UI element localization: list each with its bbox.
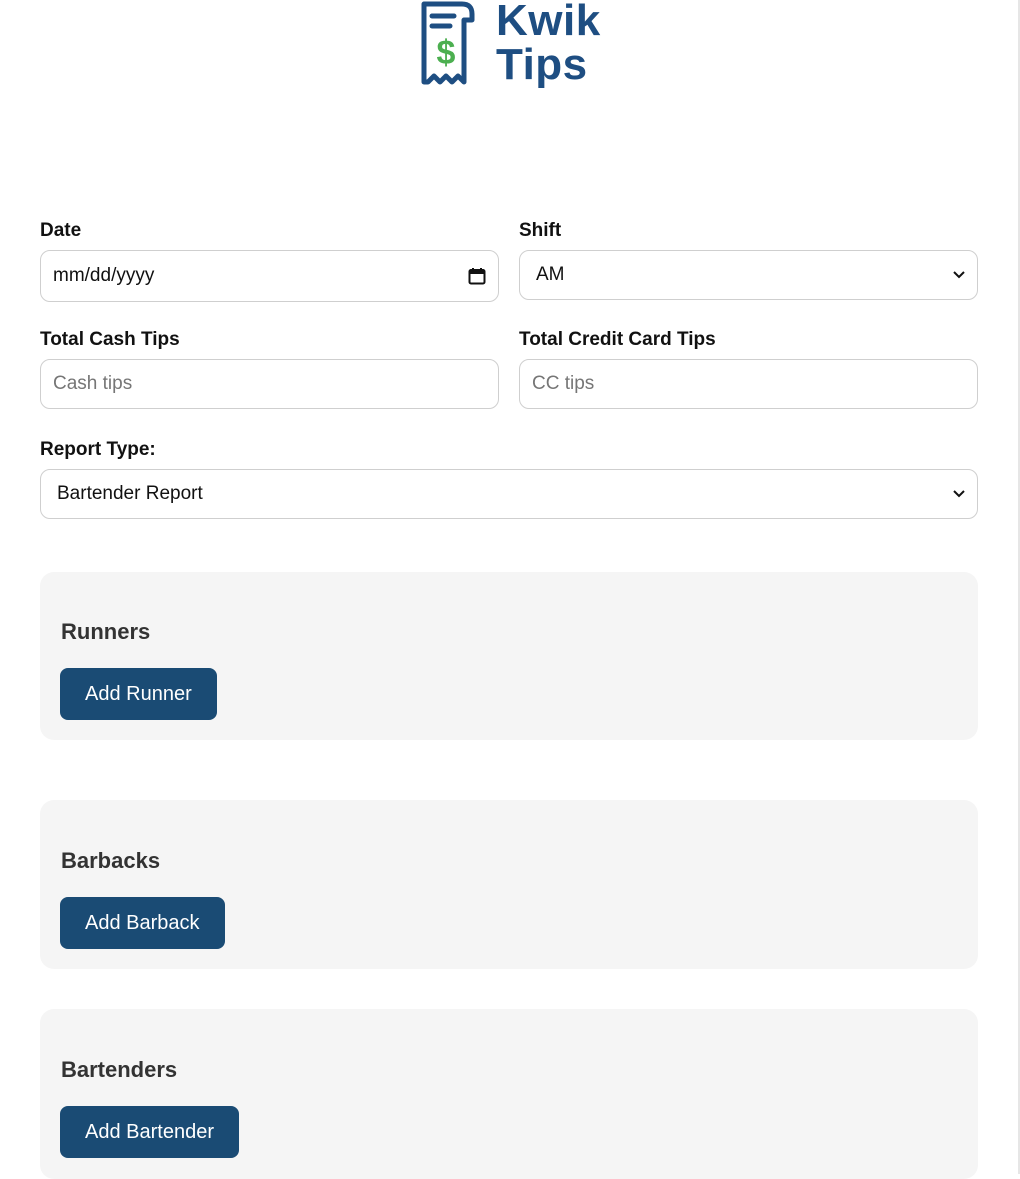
bartenders-section: Bartenders Add Bartender [40, 1009, 978, 1179]
receipt-dollar-icon: $ [421, 1, 475, 85]
chevron-down-icon [953, 490, 965, 498]
barbacks-section: Barbacks Add Barback [40, 800, 978, 969]
bartenders-heading: Bartenders [61, 1057, 178, 1082]
chevron-down-icon [953, 271, 965, 279]
cc-tips-input[interactable]: CC tips [519, 359, 978, 409]
cc-tips-placeholder: CC tips [532, 373, 595, 394]
tip-report-form: Date mm/dd/yyyy Shift AM Total Cash Tips… [40, 218, 978, 519]
shift-label: Shift [519, 220, 562, 241]
cash-tips-placeholder: Cash tips [53, 373, 133, 394]
svg-text:$: $ [437, 34, 456, 72]
barbacks-heading: Barbacks [61, 848, 161, 873]
logo-text-line2: Tips [496, 40, 588, 89]
add-runner-button[interactable]: Add Runner [60, 668, 217, 720]
add-barback-button[interactable]: Add Barback [60, 897, 225, 949]
cash-tips-input[interactable]: Cash tips [40, 359, 499, 409]
report-type-label: Report Type: [40, 439, 156, 460]
report-type-select[interactable]: Bartender Report [40, 469, 978, 519]
add-bartender-button[interactable]: Add Bartender [60, 1106, 239, 1158]
calendar-icon[interactable] [468, 267, 486, 285]
cc-tips-label: Total Credit Card Tips [519, 329, 716, 350]
date-label: Date [40, 220, 82, 241]
kwik-tips-logo: $ Kwik Tips [420, 0, 610, 92]
shift-select-value: AM [536, 264, 565, 285]
report-type-value: Bartender Report [57, 483, 203, 504]
runners-heading: Runners [61, 619, 151, 644]
shift-select[interactable]: AM [519, 250, 978, 300]
logo-text-line1: Kwik [496, 0, 601, 45]
date-input[interactable]: mm/dd/yyyy [40, 250, 499, 302]
cash-tips-label: Total Cash Tips [40, 329, 180, 350]
date-input-value: mm/dd/yyyy [53, 265, 155, 286]
runners-section: Runners Add Runner [40, 572, 978, 740]
